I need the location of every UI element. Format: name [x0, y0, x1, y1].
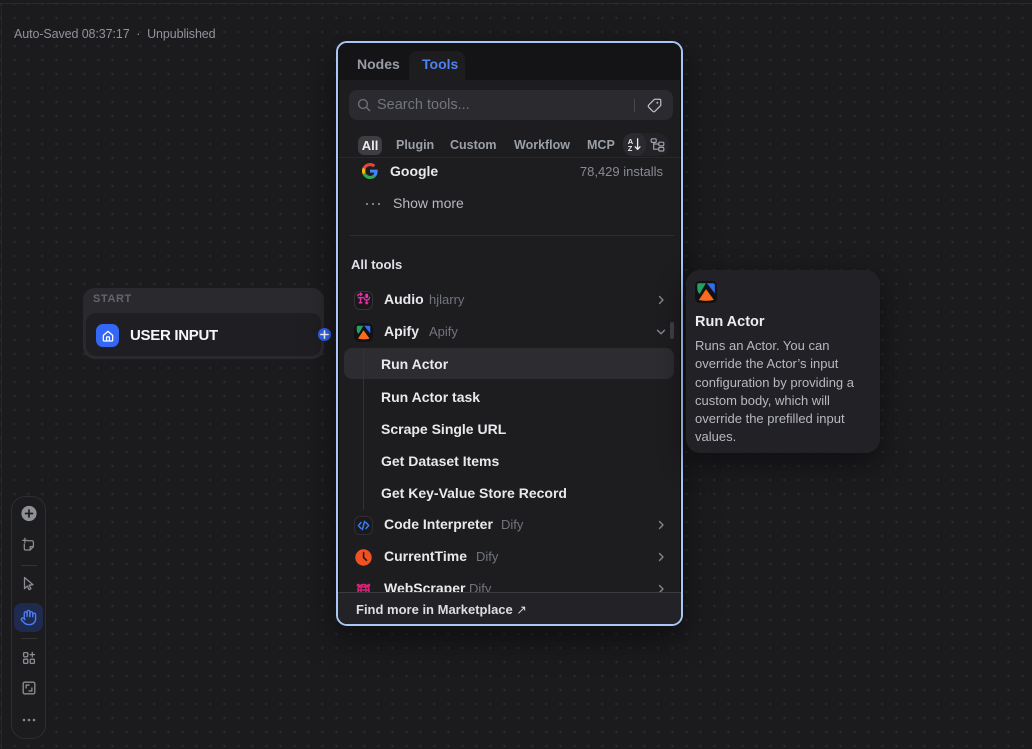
svg-text:Z: Z [628, 144, 633, 152]
